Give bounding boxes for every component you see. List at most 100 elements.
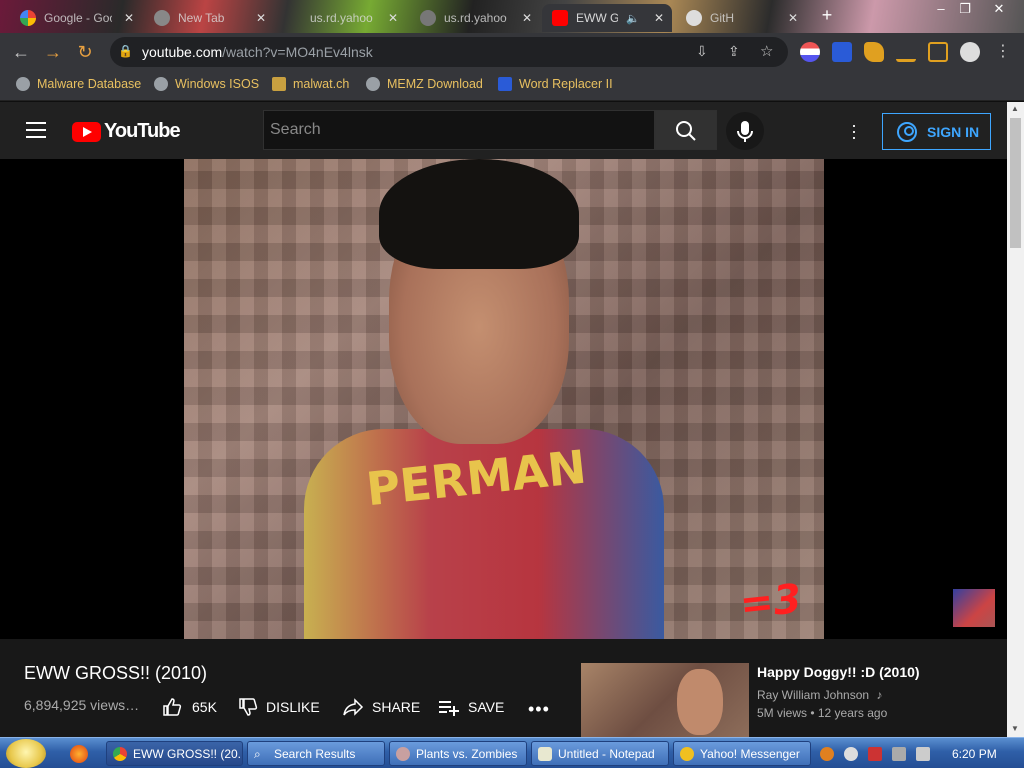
bookmark-malwatch[interactable]: malwat.ch xyxy=(272,77,349,91)
close-tab-icon[interactable]: ✕ xyxy=(654,11,664,25)
chrome-menu-icon[interactable]: ⋮ xyxy=(992,41,1014,63)
url-host: youtube.com xyxy=(142,44,223,60)
search-button[interactable] xyxy=(655,110,717,150)
network-error-tray-icon[interactable] xyxy=(868,747,882,761)
bookmark-star-icon[interactable]: ☆ xyxy=(760,42,773,60)
recommended-channel[interactable]: Ray William Johnson ♪ xyxy=(757,688,882,702)
share-button[interactable]: SHARE xyxy=(342,697,420,717)
side-panel-icon[interactable] xyxy=(928,42,948,62)
search-results-icon: ⌕ xyxy=(254,746,261,761)
search-input[interactable] xyxy=(264,111,654,149)
scroll-down-arrow-icon[interactable]: ▼ xyxy=(1011,724,1019,733)
restore-button[interactable]: ❐ xyxy=(950,0,980,18)
taskbar-label: Yahoo! Messenger xyxy=(700,746,800,761)
firefox-icon[interactable] xyxy=(70,745,88,763)
close-tab-icon[interactable]: ✕ xyxy=(522,11,532,25)
page-scrollbar[interactable]: ▲ ▼ xyxy=(1007,102,1024,737)
back-button[interactable]: ← xyxy=(10,41,32,63)
taskbar-item-yahoo-messenger[interactable]: Yahoo! Messenger xyxy=(673,741,811,766)
close-tab-icon[interactable]: ✕ xyxy=(124,11,134,25)
recommended-thumbnail[interactable] xyxy=(581,663,749,737)
share-icon[interactable]: ⇪ xyxy=(728,43,740,60)
video-title: EWW GROSS!! (2010) xyxy=(24,663,208,683)
close-window-button[interactable]: ✕ xyxy=(984,0,1014,18)
video-overlay-text: =3 xyxy=(737,575,804,629)
bookmark-malware-database[interactable]: Malware Database xyxy=(16,77,141,91)
video-frame[interactable]: PERMAN =3 xyxy=(184,159,824,639)
flag-extension-icon[interactable] xyxy=(800,42,820,62)
like-count: 65K xyxy=(192,699,217,715)
search-tray-icon[interactable] xyxy=(820,747,834,761)
tab-yahoo-1[interactable]: us.rd.yahoo ✕ xyxy=(276,4,406,32)
sign-in-button[interactable]: SIGN IN xyxy=(882,113,991,150)
forward-button[interactable]: → xyxy=(42,41,64,63)
profile-avatar-icon[interactable] xyxy=(960,42,980,62)
tab-new-tab[interactable]: New Tab ✕ xyxy=(144,4,274,32)
taskbar-item-search[interactable]: ⌕ Search Results xyxy=(247,741,385,766)
tab-title: New Tab xyxy=(178,11,225,25)
chrome-icon xyxy=(154,10,170,26)
bookmark-word-replacer[interactable]: Word Replacer II xyxy=(498,77,613,91)
taskbar-item-plants-vs-zombies[interactable]: Plants vs. Zombies xyxy=(389,741,527,766)
display-tray-icon[interactable] xyxy=(892,747,906,761)
view-count[interactable]: 6,894,925 views… xyxy=(24,697,139,713)
taskbar-item-chrome[interactable]: EWW GROSS!! (20... xyxy=(106,741,243,766)
settings-menu-icon[interactable]: · · · xyxy=(851,116,857,146)
search-box xyxy=(263,110,655,150)
voice-search-button[interactable] xyxy=(726,112,764,150)
taskbar-label: Plants vs. Zombies xyxy=(416,746,518,761)
channel-watermark[interactable] xyxy=(953,589,995,627)
taskbar-item-notepad[interactable]: Untitled - Notepad xyxy=(531,741,669,766)
word-replacer-extension-icon[interactable] xyxy=(832,42,852,62)
save-button[interactable]: SAVE xyxy=(438,697,504,717)
notepad-icon xyxy=(538,746,552,761)
bookmark-label: Malware Database xyxy=(37,77,142,91)
yahoo-messenger-icon xyxy=(680,746,694,761)
new-tab-button[interactable]: + xyxy=(812,6,842,24)
youtube-wordmark: YouTube xyxy=(104,120,181,142)
menu-icon[interactable] xyxy=(26,122,46,138)
tab-yahoo-2[interactable]: us.rd.yahoo ✕ xyxy=(410,4,540,32)
malwatch-icon xyxy=(272,77,286,91)
music-note-icon: ♪ xyxy=(876,688,883,702)
bookmark-memz-download[interactable]: MEMZ Download xyxy=(366,77,483,91)
messenger-tray-icon[interactable] xyxy=(844,747,858,761)
tab-title: us.rd.yahoo xyxy=(444,11,507,25)
page-icon xyxy=(420,10,436,26)
browser-toolbar: ← → ↻ 🔒 youtube.com/watch?v=MO4nEv4lnsk … xyxy=(0,33,1024,71)
scroll-up-arrow-icon[interactable]: ▲ xyxy=(1011,104,1019,113)
url-text[interactable]: youtube.com/watch?v=MO4nEv4lnsk xyxy=(142,44,373,60)
playlist-add-icon xyxy=(439,701,459,716)
share-arrow-icon xyxy=(343,698,364,716)
close-tab-icon[interactable]: ✕ xyxy=(388,11,398,25)
video-hair xyxy=(379,159,579,269)
address-bar[interactable]: 🔒 youtube.com/watch?v=MO4nEv4lnsk ⇩ ⇪ ☆ xyxy=(110,37,788,67)
scroll-thumb[interactable] xyxy=(1010,118,1021,248)
video-player[interactable]: PERMAN =3 xyxy=(0,159,1007,639)
close-tab-icon[interactable]: ✕ xyxy=(788,11,798,25)
volume-tray-icon[interactable] xyxy=(916,747,930,761)
google-icon xyxy=(20,10,36,26)
tab-youtube[interactable]: EWW G 🔈 ✕ xyxy=(542,4,672,32)
install-icon[interactable]: ⇩ xyxy=(696,43,708,60)
media-control-icon[interactable] xyxy=(896,42,916,62)
bookmark-label: Windows ISOS xyxy=(175,77,260,91)
reload-button[interactable]: ↻ xyxy=(74,41,96,63)
like-button[interactable]: 65K xyxy=(162,697,217,717)
recommended-title[interactable]: Happy Doggy!! :D (2010) xyxy=(757,664,920,680)
thumbs-down-icon xyxy=(239,698,258,716)
system-clock[interactable]: 6:20 PM xyxy=(952,747,997,761)
lock-icon[interactable]: 🔒 xyxy=(118,44,133,58)
puzzle-extension-icon[interactable] xyxy=(864,42,884,62)
dislike-button[interactable]: DISLIKE xyxy=(238,697,320,717)
bookmark-windows-isos[interactable]: Windows ISOS xyxy=(154,77,259,91)
youtube-logo[interactable]: YouTube xyxy=(72,120,181,143)
speaker-icon[interactable]: 🔈 xyxy=(626,12,640,25)
start-button[interactable] xyxy=(6,739,46,768)
windows-taskbar: EWW GROSS!! (20... ⌕ Search Results Plan… xyxy=(0,737,1024,768)
tab-google[interactable]: Google - Goo ✕ xyxy=(10,4,142,32)
tab-github[interactable]: GitH ✕ xyxy=(676,4,806,32)
close-tab-icon[interactable]: ✕ xyxy=(256,11,266,25)
more-actions-button[interactable]: ••• xyxy=(528,699,550,720)
tab-title: EWW G xyxy=(576,11,618,25)
